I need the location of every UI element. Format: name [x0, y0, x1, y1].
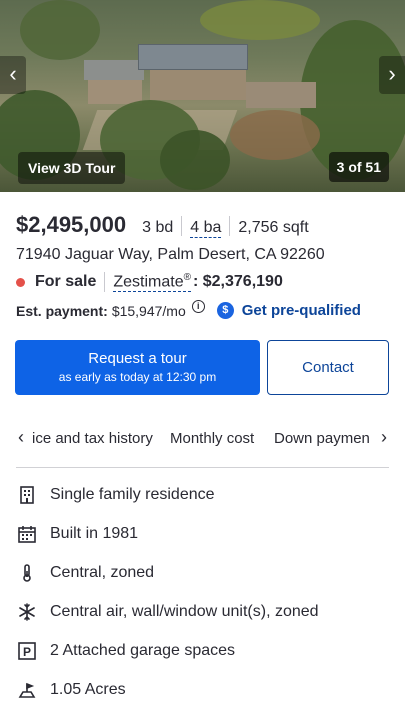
tab-down-payment[interactable]: Down paymen	[274, 430, 370, 447]
photo-tree	[20, 0, 100, 60]
snowflake-icon	[16, 601, 38, 623]
parking-icon: P	[16, 640, 38, 662]
fact-heating: Central, zoned	[16, 562, 154, 584]
listing-photo[interactable]: ‹ › View 3D Tour 3 of 51	[0, 0, 405, 192]
zestimate-value: : $2,376,190	[192, 273, 283, 291]
photo-roof	[138, 44, 248, 70]
fact-lot-size: 1.05 Acres	[16, 679, 126, 701]
building-icon	[16, 484, 38, 506]
zestimate-link[interactable]: Zestimate®	[113, 272, 191, 293]
divider	[16, 467, 389, 468]
photo-wall	[150, 70, 246, 100]
photo-counter: 3 of 51	[328, 152, 389, 182]
payment-value: $15,947/mo	[111, 302, 186, 319]
chevron-left-icon[interactable]: ‹	[0, 56, 26, 94]
fact-label: Single family residence	[50, 486, 215, 503]
chevron-right-icon[interactable]: ›	[381, 427, 387, 448]
divider	[104, 272, 106, 293]
fact-home-type: Single family residence	[16, 484, 215, 506]
photo-bush	[230, 110, 320, 160]
fact-label: 2 Attached garage spaces	[50, 642, 236, 659]
price-row: $2,495,000 3 bd 4 ba 2,756 sqft	[16, 212, 309, 238]
listing-address: 71940 Jaguar Way, Palm Desert, CA 92260	[16, 246, 325, 263]
svg-text:P: P	[23, 645, 31, 659]
sqft-value: 2,756 sqft	[238, 219, 309, 236]
tab-price-and-tax-history[interactable]: ice and tax history	[32, 430, 153, 447]
status-dot-icon	[16, 277, 25, 287]
chevron-left-icon[interactable]: ‹	[18, 427, 24, 448]
fact-year-built: Built in 1981	[16, 523, 138, 545]
dollar-icon: $	[216, 302, 234, 319]
photo-tree	[160, 130, 230, 190]
photo-roof	[84, 60, 144, 80]
tab-monthly-cost[interactable]: Monthly cost	[170, 430, 254, 447]
photo-wall	[88, 80, 142, 104]
fact-label: Central air, wall/window unit(s), zoned	[50, 603, 319, 620]
status-row: For sale Zestimate® : $2,376,190	[16, 272, 283, 293]
listing-price: $2,495,000	[16, 212, 127, 237]
calendar-icon	[16, 523, 38, 545]
payment-label: Est. payment:	[16, 302, 108, 319]
payment-row: Est. payment: $15,947/mo i $ Get pre-qua…	[16, 300, 361, 319]
zestimate-registered-mark: ®	[183, 272, 191, 283]
fact-parking: P 2 Attached garage spaces	[16, 640, 235, 662]
section-tabs: ‹ ice and tax history Monthly cost Down …	[0, 424, 405, 454]
view-3d-tour-button[interactable]: View 3D Tour	[18, 152, 126, 184]
get-prequalified-link[interactable]: Get pre-qualified	[242, 302, 361, 319]
fact-label: Built in 1981	[50, 525, 139, 542]
beds-count: 3 bd	[142, 219, 174, 236]
lot-size-icon	[16, 679, 38, 701]
info-icon[interactable]: i	[191, 300, 205, 313]
contact-button[interactable]: Contact	[267, 340, 389, 395]
request-tour-button[interactable]: Request a tour as early as today at 12:3…	[15, 340, 260, 395]
zestimate-label: Zestimate	[113, 273, 184, 291]
thermometer-icon	[16, 562, 38, 584]
photo-bush	[200, 0, 320, 40]
status-label: For sale	[35, 273, 97, 291]
divider	[181, 216, 183, 236]
request-tour-label: Request a tour	[88, 350, 187, 367]
fact-label: Central, zoned	[50, 564, 155, 581]
fact-label: 1.05 Acres	[50, 681, 126, 698]
fact-cooling: Central air, wall/window unit(s), zoned	[16, 601, 319, 623]
baths-count[interactable]: 4 ba	[190, 219, 222, 238]
request-tour-sublabel: as early as today at 12:30 pm	[58, 370, 217, 384]
divider	[229, 216, 231, 236]
chevron-right-icon[interactable]: ›	[379, 56, 405, 94]
photo-wall	[246, 82, 316, 108]
